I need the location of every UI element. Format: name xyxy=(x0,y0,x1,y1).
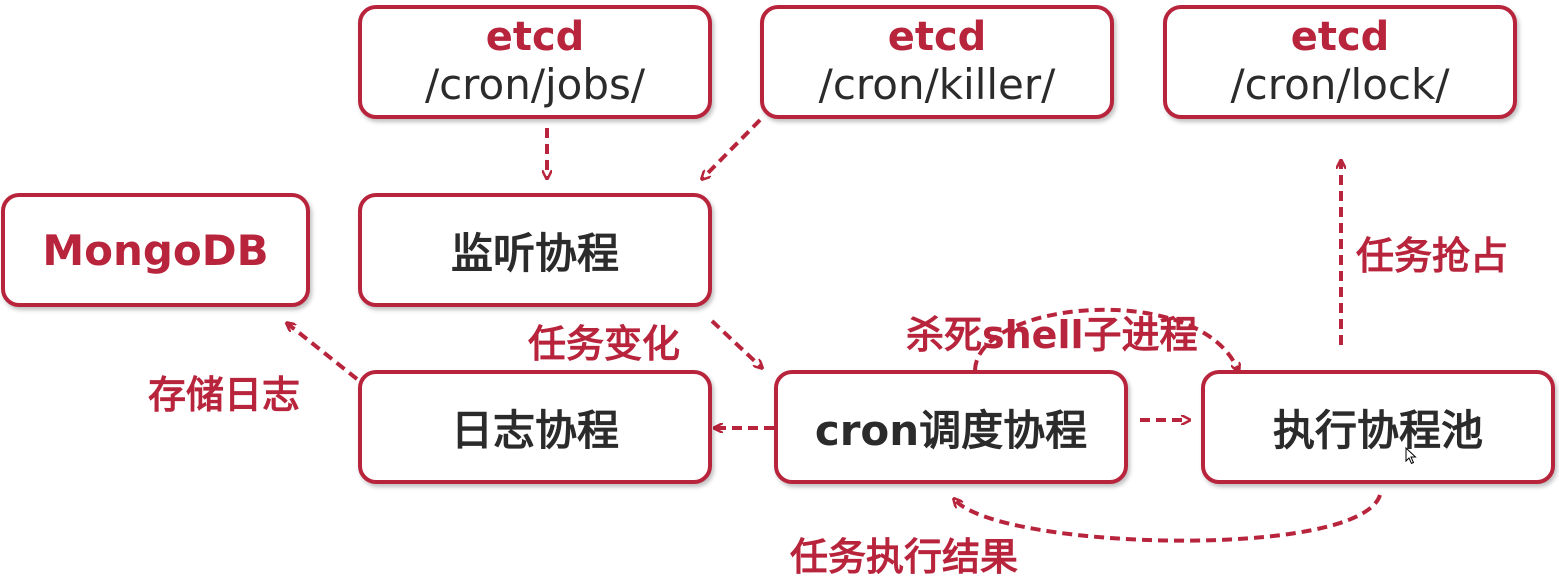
scheduler-node: cron调度协程 xyxy=(774,370,1128,484)
watcher-node: 监听协程 xyxy=(358,193,712,307)
edge-label-exec-result: 任务执行结果 xyxy=(790,535,1019,579)
etcd-killer-node: etcd /cron/killer/ xyxy=(760,5,1114,119)
logger-label: 日志协程 xyxy=(450,405,619,455)
arrow-logger-to-mongodb xyxy=(288,324,359,381)
etcd-lock-node: etcd /cron/lock/ xyxy=(1163,5,1517,119)
edge-label-task-change: 任务变化 xyxy=(528,322,681,366)
mouse-cursor-icon xyxy=(1405,447,1417,465)
mongodb-label: MongoDB xyxy=(42,225,269,275)
etcd-jobs-node: etcd /cron/jobs/ xyxy=(358,5,712,119)
etcd-jobs-path: /cron/jobs/ xyxy=(424,60,646,109)
etcd-lock-path: /cron/lock/ xyxy=(1230,60,1450,109)
etcd-lock-title: etcd xyxy=(1290,14,1390,60)
etcd-killer-path: /cron/killer/ xyxy=(818,60,1056,109)
arrow-killer-to-watcher xyxy=(703,118,762,178)
etcd-jobs-title: etcd xyxy=(485,14,585,60)
executor-pool-label: 执行协程池 xyxy=(1272,405,1483,455)
etcd-killer-title: etcd xyxy=(887,14,987,60)
arrow-watcher-to-scheduler xyxy=(710,319,761,367)
executor-pool-node: 执行协程池 xyxy=(1201,370,1555,484)
mongodb-node: MongoDB xyxy=(1,193,310,307)
edge-label-kill-shell: 杀死shell子进程 xyxy=(906,313,1198,357)
scheduler-label: cron调度协程 xyxy=(814,405,1088,455)
watcher-label: 监听协程 xyxy=(450,228,619,278)
edge-label-lock-grab: 任务抢占 xyxy=(1356,234,1509,278)
edge-label-store-log: 存储日志 xyxy=(148,373,301,417)
arrow-result-arc xyxy=(955,494,1382,543)
logger-node: 日志协程 xyxy=(358,370,712,484)
